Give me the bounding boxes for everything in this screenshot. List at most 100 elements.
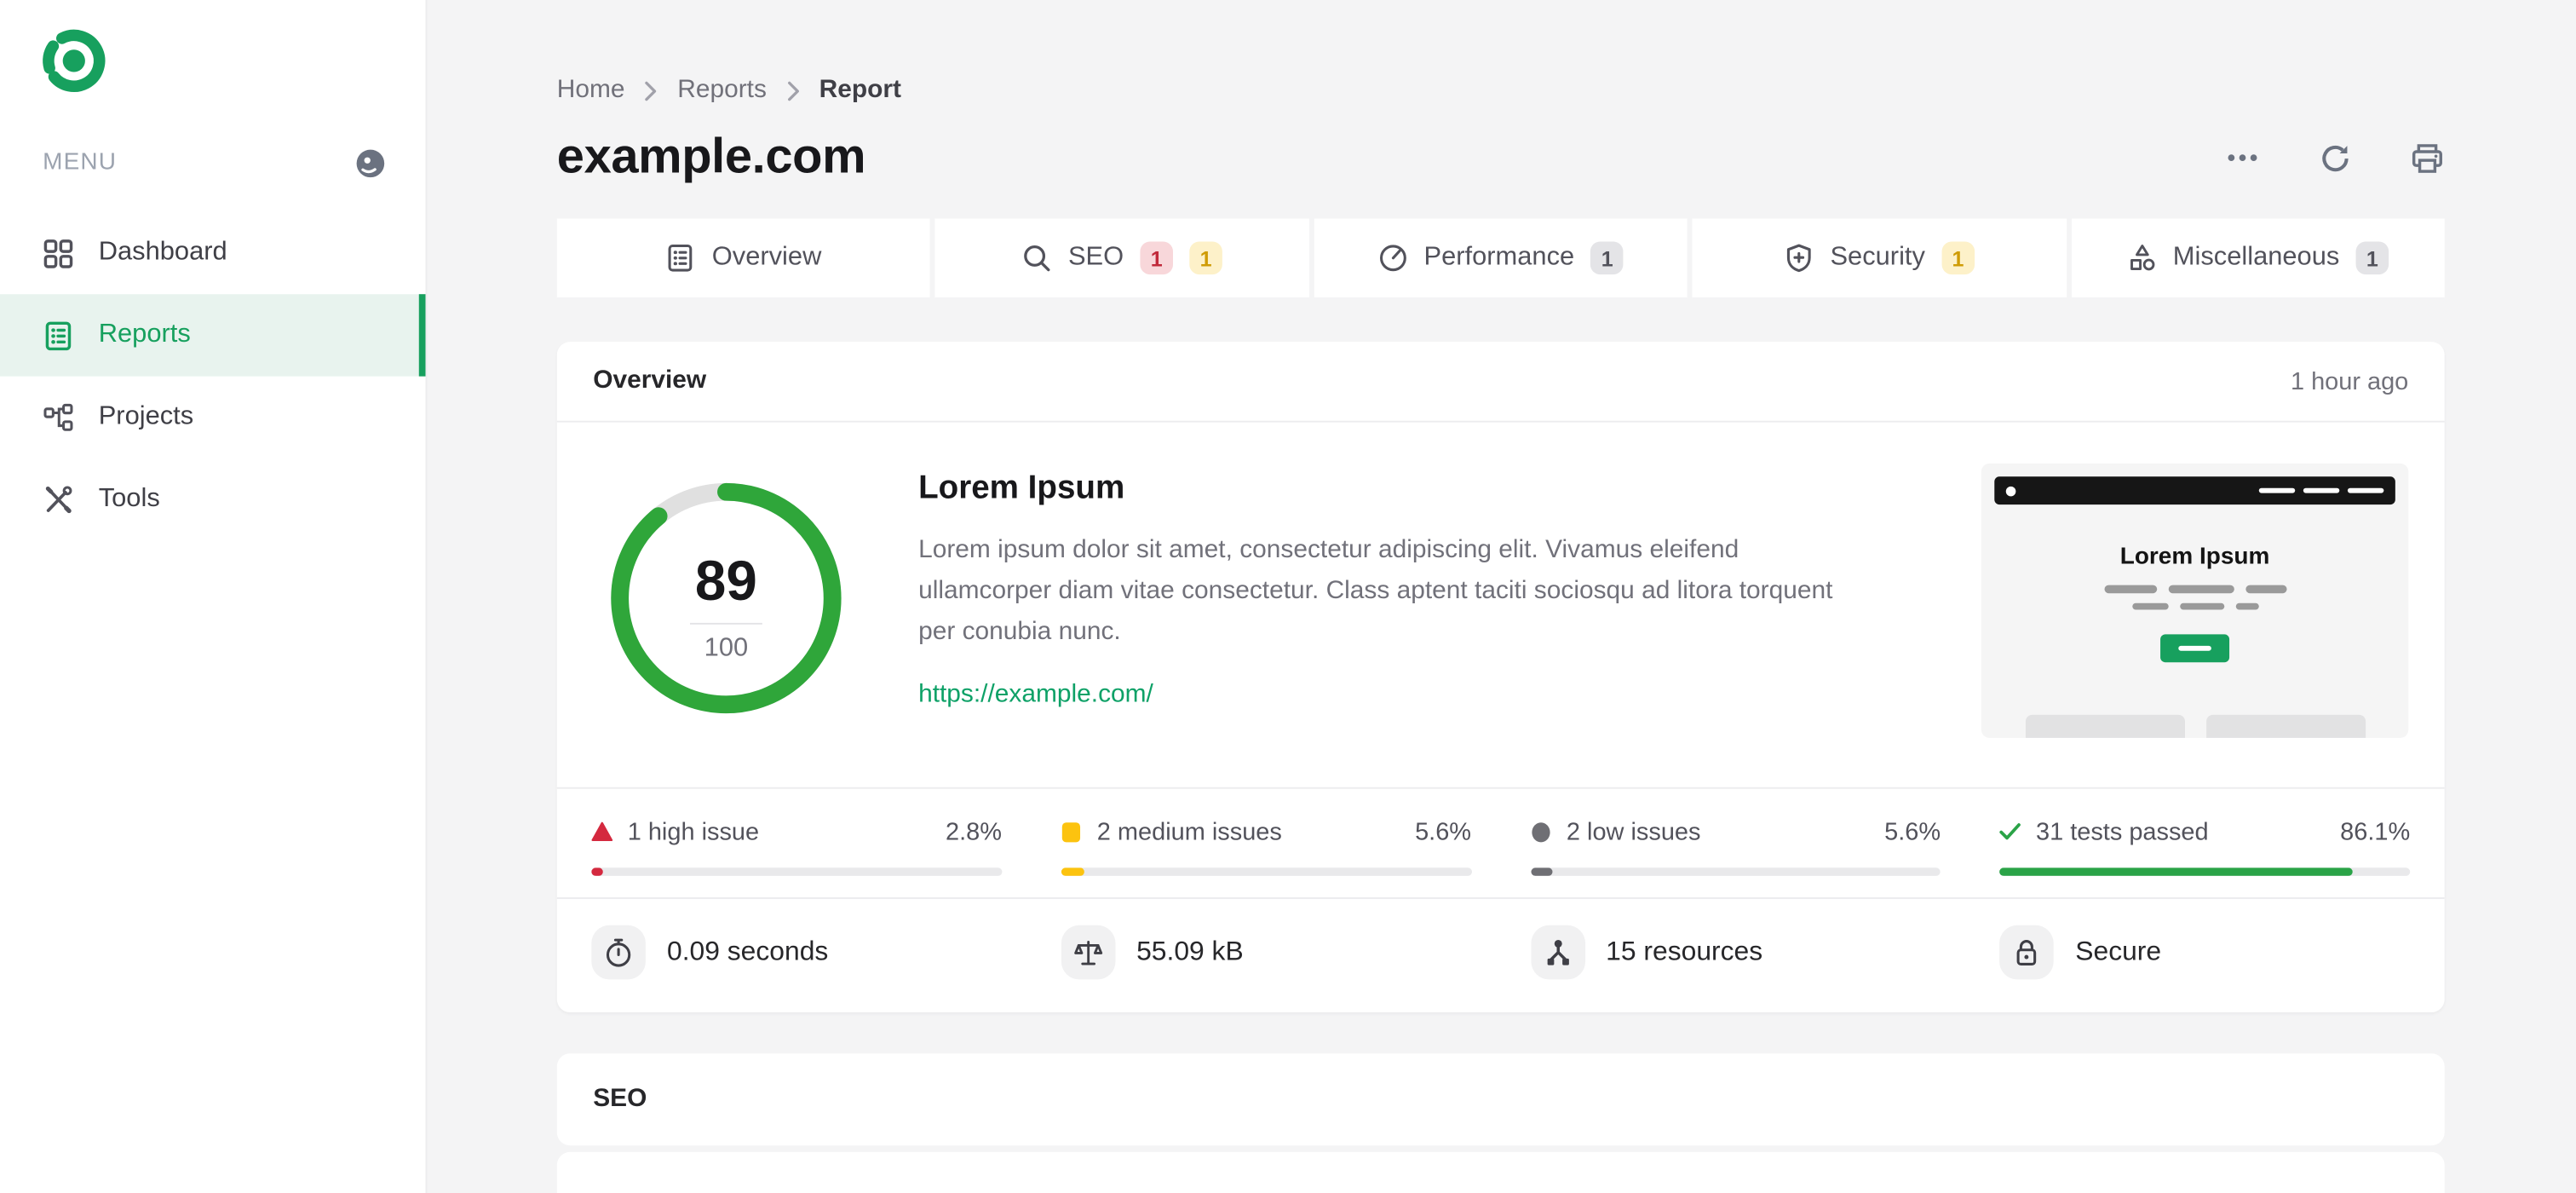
low-issues-meter: 2 low issues 5.6% — [1530, 816, 1941, 876]
target-logo-icon — [43, 29, 106, 92]
high-issue-badge: 1 — [1140, 241, 1173, 275]
lock-icon — [1999, 925, 2055, 980]
refresh-button[interactable] — [2316, 140, 2352, 176]
high-severity-icon — [591, 821, 613, 842]
issue-label: 2 low issues — [1566, 817, 1701, 846]
thumbnail-content-block — [2024, 714, 2185, 738]
report-list-icon — [43, 320, 74, 351]
sidebar-nav: Dashboard Reports Projects Tools — [0, 212, 426, 541]
report-timestamp: 1 hour ago — [2290, 367, 2409, 395]
overview-icon — [666, 243, 696, 273]
sidebar-item-label: Tools — [98, 484, 160, 513]
issue-label: 2 medium issues — [1096, 817, 1282, 846]
medium-issue-badge: 1 — [1189, 241, 1222, 275]
seo-card-header: SEO — [556, 1053, 2445, 1146]
tab-security[interactable]: Security 1 — [1692, 218, 2067, 298]
shapes-icon — [2127, 243, 2157, 273]
score-max: 100 — [704, 633, 749, 662]
section-title: Overview — [593, 366, 707, 395]
menu-label: MENU — [43, 149, 118, 176]
sidebar-item-label: Projects — [98, 402, 194, 431]
progress-fill — [591, 867, 603, 876]
stat-value: 0.09 seconds — [666, 937, 829, 966]
seo-section-title: SEO — [593, 1084, 647, 1113]
seo-card-body — [556, 1151, 2445, 1193]
overview-card: Overview 1 hour ago 89 100 Lorem Ipsum L… — [556, 342, 2445, 1012]
app-logo[interactable] — [0, 0, 425, 103]
progress-fill — [1530, 867, 1554, 876]
stat-value: 15 resources — [1606, 937, 1763, 966]
menu-header: MENU — [0, 147, 425, 180]
stat-value: Secure — [2075, 937, 2162, 966]
thumbnail-nav-dash — [2258, 487, 2296, 494]
issues-summary-row: 1 high issue 2.8% 2 medium issues 5.6% 2… — [556, 787, 2445, 897]
stat-value: 55.09 kB — [1136, 937, 1244, 966]
chevron-right-icon — [645, 80, 658, 101]
tab-label: Security — [1830, 243, 1925, 272]
print-button[interactable] — [2408, 140, 2444, 176]
sidebar-item-dashboard[interactable]: Dashboard — [0, 212, 425, 294]
tab-performance[interactable]: Performance 1 — [1314, 218, 1688, 298]
active-item-accent-bar — [418, 294, 426, 377]
tab-label: Performance — [1423, 243, 1575, 272]
grid-icon — [43, 238, 74, 269]
issue-percent: 86.1% — [2340, 817, 2411, 846]
site-summary: Lorem Ipsum Lorem ipsum dolor sit amet, … — [918, 464, 1981, 711]
more-options-button[interactable] — [2224, 140, 2260, 176]
sidebar-item-projects[interactable]: Projects — [0, 377, 425, 458]
tab-label: Overview — [711, 243, 822, 272]
progress-fill — [1999, 867, 2354, 876]
user-voice-icon[interactable] — [355, 147, 387, 179]
security-stat: Secure — [1999, 925, 2411, 980]
breadcrumb: Home Reports Report — [557, 0, 2445, 105]
medium-severity-icon — [1061, 821, 1082, 842]
resources-stat: 15 resources — [1530, 925, 1941, 980]
breadcrumb-report: Report — [819, 75, 902, 104]
thumbnail-nav-dash — [2303, 487, 2340, 494]
printer-icon — [2411, 143, 2442, 172]
sidebar-item-tools[interactable]: Tools — [0, 458, 425, 540]
tab-label: Miscellaneous — [2172, 243, 2340, 272]
tab-overview[interactable]: Overview — [556, 218, 931, 298]
tab-miscellaneous[interactable]: Miscellaneous 1 — [2071, 218, 2445, 298]
site-heading: Lorem Ipsum — [918, 470, 1125, 506]
sidebar-item-label: Dashboard — [98, 238, 227, 267]
stats-row: 0.09 seconds 55.09 kB 15 resources Secur… — [556, 896, 2445, 1012]
tab-seo[interactable]: SEO 1 1 — [935, 218, 1309, 298]
issue-percent: 5.6% — [1884, 817, 1941, 846]
page-size-stat: 55.09 kB — [1061, 925, 1471, 980]
score-ring: 89 100 — [603, 475, 849, 721]
score-value: 89 — [694, 550, 757, 613]
issue-percent: 5.6% — [1415, 817, 1472, 846]
ellipsis-icon — [2228, 154, 2257, 161]
thumbnail-nav-dash — [2347, 487, 2384, 494]
breadcrumb-home[interactable]: Home — [557, 76, 625, 106]
site-description: Lorem ipsum dolor sit amet, consectetur … — [918, 535, 1833, 647]
sidebar: MENU Dashboard Reports Projects Tools — [0, 0, 428, 1193]
hierarchy-icon — [43, 402, 74, 434]
site-url-link[interactable]: https://example.com/ — [918, 681, 1153, 711]
page-title: example.com — [556, 130, 866, 184]
shield-icon — [1784, 243, 1814, 273]
stopwatch-icon — [591, 925, 646, 980]
search-icon — [1022, 243, 1052, 273]
score-value-block: 89 100 — [603, 475, 849, 721]
overview-card-header: Overview 1 hour ago — [556, 342, 2445, 423]
overview-card-body: 89 100 Lorem Ipsum Lorem ipsum dolor sit… — [557, 423, 2445, 787]
high-issues-meter: 1 high issue 2.8% — [591, 816, 1002, 876]
check-icon — [1999, 821, 2021, 841]
main-area: Home Reports Report example.com Overview… — [427, 0, 2576, 1193]
thumbnail-dot — [2005, 485, 2016, 496]
sidebar-item-label: Reports — [98, 320, 191, 349]
header-actions — [2224, 140, 2444, 176]
issue-label: 1 high issue — [627, 817, 760, 846]
title-row: example.com — [557, 130, 2445, 186]
breadcrumb-reports[interactable]: Reports — [677, 76, 767, 106]
medium-issues-meter: 2 medium issues 5.6% — [1061, 816, 1472, 876]
progress-track — [1061, 867, 1472, 876]
sidebar-item-reports[interactable]: Reports — [0, 294, 426, 377]
refresh-icon — [2321, 144, 2348, 171]
app-window: MENU Dashboard Reports Projects Tools Ho… — [0, 0, 2576, 1193]
low-severity-icon — [1530, 821, 1551, 842]
tab-label: SEO — [1067, 243, 1124, 272]
